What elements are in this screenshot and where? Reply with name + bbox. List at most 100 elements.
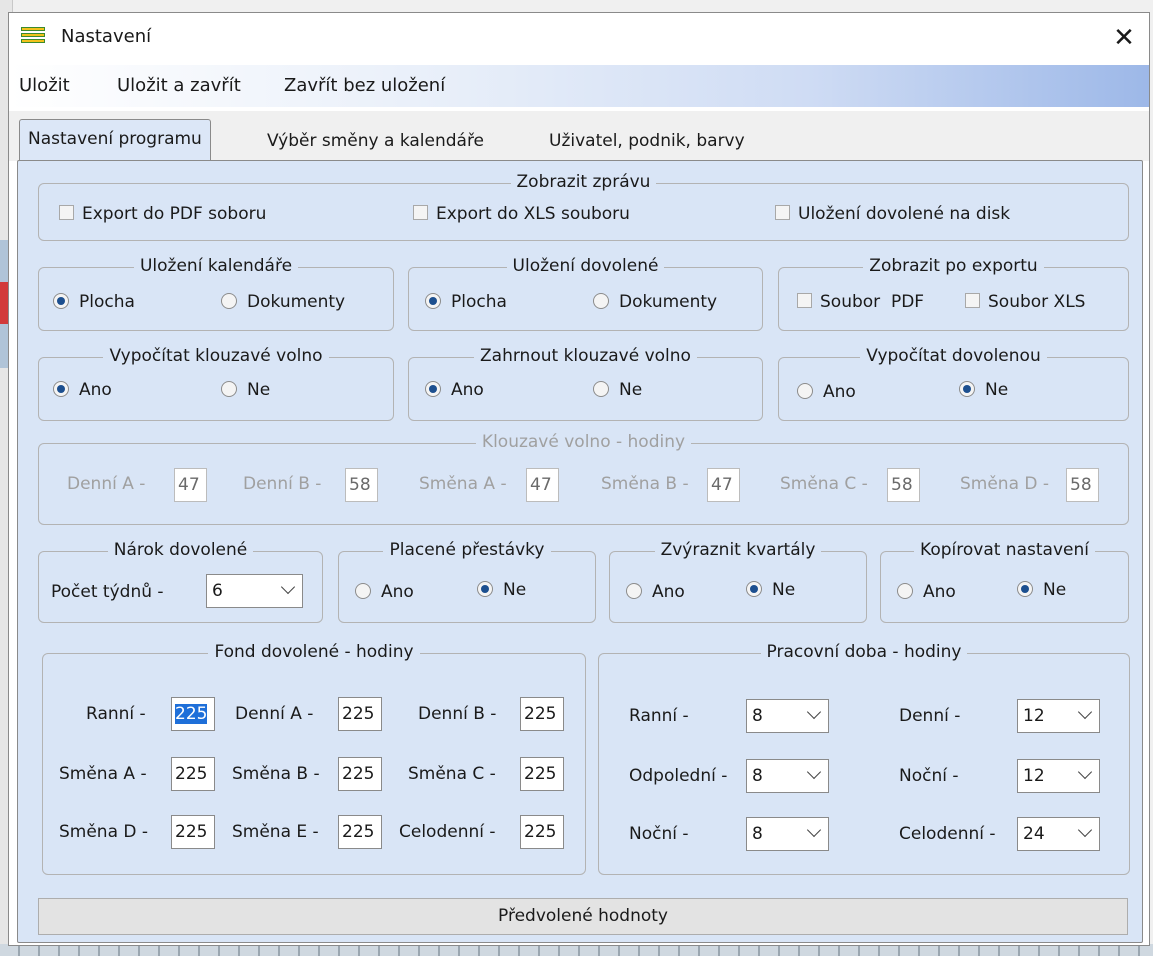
work-label-ranni: Ranní - [629, 706, 689, 726]
group-legend: Zvýraznit kvartály [654, 540, 822, 560]
chevron-down-icon [1077, 704, 1093, 720]
fund-input-smena-c[interactable]: 225 [520, 757, 564, 791]
group-highlight-quarters: Zvýraznit kvartály Ano Ne [609, 540, 867, 623]
fund-label-smena-d: Směna D - [59, 822, 149, 842]
sliding-input-denni-a: 47 [174, 468, 207, 502]
checkbox-save-vacation-disk[interactable]: Uložení dovolené na disk [775, 204, 1010, 224]
fund-label-smena-c: Směna C - [408, 764, 496, 784]
work-dropdown-nocni[interactable]: 12 [1017, 759, 1100, 793]
radio-calendar-documents[interactable]: Dokumenty [221, 292, 345, 312]
sliding-input-smena-a: 47 [526, 468, 559, 502]
radio-paid-breaks-yes[interactable]: Ano [355, 582, 414, 602]
checkbox-show-xls[interactable]: Soubor XLS [965, 292, 1085, 312]
group-copy-settings: Kopírovat nastavení Ano Ne [880, 540, 1129, 623]
weeks-count-label: Počet týdnů - [51, 582, 164, 602]
group-legend: Pracovní doba - hodiny [760, 642, 968, 662]
sliding-input-smena-c: 58 [887, 468, 920, 502]
checkbox-export-xls[interactable]: Export do XLS souboru [413, 204, 630, 224]
work-label-celodenni: Celodenní - [899, 824, 996, 844]
group-legend: Zobrazit po exportu [863, 256, 1044, 276]
close-icon[interactable]: ✕ [1099, 13, 1149, 63]
work-label-nocni-2: Noční - [629, 824, 689, 844]
work-label-nocni: Noční - [899, 766, 959, 786]
group-show-after-export: Zobrazit po exportu Soubor PDF Soubor XL… [778, 256, 1129, 331]
menu-item-save-close[interactable]: Uložit a zavřít [117, 75, 241, 96]
fund-label-smena-b: Směna B - [232, 764, 320, 784]
radio-paid-breaks-no[interactable]: Ne [477, 580, 526, 600]
checkbox-export-pdf[interactable]: Export do PDF soboru [59, 204, 266, 224]
sliding-label-smena-c: Směna C - [780, 474, 868, 494]
group-vacation-save: Uložení dovolené Plocha Dokumenty [408, 256, 763, 331]
radio-copy-no[interactable]: Ne [1017, 580, 1066, 600]
group-working-hours: Pracovní doba - hodiny Ranní - 8 Denní -… [598, 642, 1130, 875]
settings-dialog: Nastavení ✕ Uložit Uložit a zavřít Zavří… [8, 12, 1150, 946]
radio-vacation-desktop[interactable]: Plocha [425, 292, 507, 312]
radio-quarters-no[interactable]: Ne [746, 580, 795, 600]
radio-calc-sliding-no[interactable]: Ne [221, 380, 270, 400]
radio-calendar-desktop[interactable]: Plocha [53, 292, 135, 312]
group-vacation-entitlement: Nárok dovolené Počet týdnů - 6 [38, 540, 323, 623]
radio-vacation-documents[interactable]: Dokumenty [593, 292, 717, 312]
sliding-input-smena-d: 58 [1066, 468, 1099, 502]
weeks-count-dropdown[interactable]: 6 [206, 574, 303, 608]
radio-include-sliding-no[interactable]: Ne [593, 380, 642, 400]
sliding-label-smena-d: Směna D - [960, 474, 1050, 494]
fund-label-denni-a: Denní A - [235, 704, 314, 724]
sliding-input-denni-b: 58 [345, 468, 378, 502]
fund-input-smena-b[interactable]: 225 [338, 757, 382, 791]
chevron-down-icon [1077, 764, 1093, 780]
tab-user-company-colors[interactable]: Uživatel, podnik, barvy [541, 125, 753, 159]
menu-item-save[interactable]: Uložit [19, 75, 70, 96]
fund-input-denni-a[interactable]: 225 [338, 697, 382, 731]
group-calc-vacation: Vypočítat dovolenou Ano Ne [778, 346, 1129, 421]
group-legend: Kopírovat nastavení [914, 540, 1095, 560]
fund-input-smena-d[interactable]: 225 [171, 815, 215, 849]
group-legend: Zahrnout klouzavé volno [474, 346, 697, 366]
group-vacation-fund: Fond dovolené - hodiny Ranní - 225 Denní… [42, 642, 586, 875]
group-show-message: Zobrazit zprávu Export do PDF soboru Exp… [38, 172, 1129, 241]
group-legend: Fond dovolené - hodiny [208, 642, 420, 662]
sliding-label-denni-a: Denní A - [67, 474, 146, 494]
work-dropdown-celodenni[interactable]: 24 [1017, 817, 1100, 851]
group-paid-breaks: Placené přestávky Ano Ne [338, 540, 596, 623]
group-include-sliding: Zahrnout klouzavé volno Ano Ne [408, 346, 763, 421]
radio-calc-vacation-yes[interactable]: Ano [797, 382, 856, 402]
chevron-down-icon [1077, 822, 1093, 838]
fund-input-smena-e[interactable]: 225 [338, 815, 382, 849]
chevron-down-icon [280, 579, 296, 595]
fund-label-smena-e: Směna E - [232, 822, 319, 842]
radio-calc-vacation-no[interactable]: Ne [959, 380, 1008, 400]
fund-input-denni-b[interactable]: 225 [520, 697, 564, 731]
fund-label-celodenni: Celodenní - [399, 822, 496, 842]
fund-label-smena-a: Směna A - [59, 764, 147, 784]
defaults-button[interactable]: Předvolené hodnoty [38, 898, 1128, 935]
radio-copy-yes[interactable]: Ano [897, 582, 956, 602]
chevron-down-icon [806, 822, 822, 838]
sliding-label-smena-a: Směna A - [419, 474, 507, 494]
work-dropdown-ranni[interactable]: 8 [746, 699, 829, 733]
tab-program-settings[interactable]: Nastavení programu [19, 119, 211, 160]
tab-shift-calendar[interactable]: Výběr směny a kalendáře [259, 125, 492, 159]
checkbox-show-pdf[interactable]: Soubor PDF [797, 292, 924, 312]
work-dropdown-nocni-2[interactable]: 8 [746, 817, 829, 851]
fund-input-smena-a[interactable]: 225 [171, 757, 215, 791]
fund-input-ranni[interactable]: 225 [171, 697, 215, 731]
menu-item-close-without-save[interactable]: Zavřít bez uložení [284, 75, 445, 96]
work-label-odpoledni: Odpolední - [629, 766, 728, 786]
radio-include-sliding-yes[interactable]: Ano [425, 380, 484, 400]
fund-label-denni-b: Denní B - [418, 704, 497, 724]
group-calendar-save: Uložení kalendáře Plocha Dokumenty [38, 256, 394, 331]
work-label-denni: Denní - [899, 706, 961, 726]
group-sliding-hours: Klouzavé volno - hodiny Denní A - 47 Den… [38, 432, 1129, 525]
sliding-input-smena-b: 47 [707, 468, 740, 502]
work-dropdown-odpoledni[interactable]: 8 [746, 759, 829, 793]
group-legend: Zobrazit zprávu [510, 172, 657, 192]
radio-calc-sliding-yes[interactable]: Ano [53, 380, 112, 400]
chevron-down-icon [806, 704, 822, 720]
group-calc-sliding: Vypočítat klouzavé volno Ano Ne [38, 346, 394, 421]
fund-input-celodenni[interactable]: 225 [520, 815, 564, 849]
work-dropdown-denni[interactable]: 12 [1017, 699, 1100, 733]
title-bar[interactable]: Nastavení ✕ [9, 13, 1149, 63]
radio-quarters-yes[interactable]: Ano [626, 582, 685, 602]
group-legend: Vypočítat klouzavé volno [103, 346, 329, 366]
